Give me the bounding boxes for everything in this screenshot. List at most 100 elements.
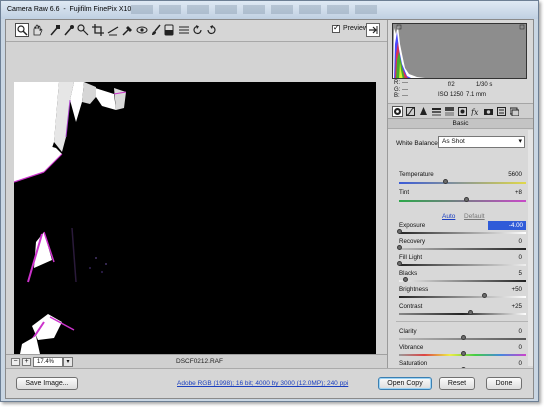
default-link[interactable]: Default	[464, 213, 485, 220]
vibrance-value[interactable]: 0	[486, 344, 526, 351]
clarity-value[interactable]: 0	[486, 328, 526, 335]
color-sampler-tool[interactable]	[63, 24, 75, 36]
preview-canvas	[6, 42, 387, 354]
tab-snapshots[interactable]	[510, 107, 519, 116]
tint-slider[interactable]	[399, 197, 526, 202]
svg-text:fx: fx	[471, 108, 479, 116]
straighten-tool[interactable]	[107, 24, 119, 36]
adjustment-brush-tool[interactable]	[150, 24, 162, 36]
tone-curve-icon	[406, 107, 415, 116]
workflow-options-link[interactable]: Adobe RGB (1998); 16 bit; 4000 by 3000 (…	[177, 380, 348, 387]
focal-length-value: 7.1 mm	[466, 92, 487, 98]
color-sampler-icon	[64, 25, 74, 36]
zoom-in-button[interactable]: +	[22, 358, 31, 366]
presets-icon	[497, 107, 506, 116]
vibrance-label: Vibrance	[399, 344, 424, 351]
fill-light-slider[interactable]	[397, 261, 526, 266]
aperture-value: f/2	[448, 82, 455, 88]
white-balance-tool[interactable]	[49, 24, 61, 36]
file-name: DSCF0212.RAF	[176, 358, 223, 365]
blacks-value[interactable]: 5	[486, 270, 526, 277]
tab-lens-corrections[interactable]	[458, 107, 467, 116]
tint-value[interactable]: +8	[486, 189, 526, 196]
clarity-thumb[interactable]	[460, 335, 466, 340]
exposure-value[interactable]: -4.00	[488, 221, 526, 230]
fill-light-value[interactable]: 0	[486, 254, 526, 261]
fill-light-label: Fill Light	[399, 254, 423, 261]
preview-checkbox[interactable]	[332, 23, 340, 33]
rotate-left-tool[interactable]	[192, 24, 204, 36]
spot-removal-tool[interactable]	[122, 24, 134, 36]
panel-scrollbar[interactable]	[528, 130, 533, 366]
reset-button[interactable]: Reset	[439, 377, 475, 390]
exposure-thumb[interactable]	[397, 229, 402, 234]
red-eye-tool[interactable]	[136, 24, 148, 36]
targeted-adjustment-tool[interactable]	[77, 24, 89, 36]
white-balance-select[interactable]: As Shot	[438, 136, 525, 148]
split-toning-icon	[445, 107, 454, 116]
graduated-filter-tool[interactable]	[163, 24, 175, 36]
open-copy-button[interactable]: Open Copy	[378, 377, 432, 390]
hand-tool[interactable]	[31, 24, 43, 36]
hsl-icon	[432, 108, 441, 116]
histogram-graph	[393, 24, 526, 78]
tab-presets[interactable]	[497, 107, 506, 116]
brightness-thumb[interactable]	[482, 293, 488, 298]
recovery-thumb[interactable]	[397, 245, 402, 250]
clipping-preview-image	[14, 82, 376, 354]
save-image-button[interactable]: Save Image...	[16, 377, 78, 390]
camera-info: R: --- G: --- B: --- f/2 1/30 s ISO 1250 7.…	[392, 80, 527, 102]
auto-link[interactable]: Auto	[442, 213, 455, 220]
zoom-level-field[interactable]: 17.4%	[33, 357, 63, 367]
lens-icon	[458, 107, 467, 116]
temperature-slider[interactable]	[399, 179, 526, 184]
targeted-adjustment-icon	[77, 24, 89, 36]
vibrance-thumb[interactable]	[460, 351, 466, 356]
photo-preview[interactable]	[14, 82, 376, 354]
camera-model: Fujifilm FinePix X10	[69, 6, 132, 13]
brightness-label: Brightness	[399, 286, 429, 293]
brightness-slider[interactable]	[399, 293, 526, 298]
tab-camera-calibration[interactable]	[484, 107, 493, 116]
red-eye-icon	[136, 26, 148, 34]
white-balance-label: White Balance:	[396, 140, 440, 147]
histogram	[392, 23, 527, 79]
contrast-value[interactable]: +25	[486, 303, 526, 310]
blacks-thumb[interactable]	[403, 277, 409, 282]
crop-tool[interactable]	[92, 24, 104, 36]
blacks-label: Blacks	[399, 270, 418, 277]
tint-thumb[interactable]	[464, 197, 470, 202]
clarity-slider[interactable]	[399, 335, 526, 340]
tab-effects[interactable]: fx	[471, 107, 480, 116]
recovery-slider[interactable]	[397, 245, 526, 250]
contrast-slider[interactable]	[399, 310, 526, 315]
blacks-slider[interactable]	[399, 277, 526, 282]
recovery-value[interactable]: 0	[486, 238, 526, 245]
temperature-thumb[interactable]	[442, 179, 448, 184]
saturation-value[interactable]: 0	[486, 360, 526, 367]
zoom-out-button[interactable]: −	[11, 358, 20, 366]
preferences-tool[interactable]	[178, 24, 190, 36]
fullscreen-button[interactable]	[366, 23, 380, 37]
done-button[interactable]: Done	[486, 377, 522, 390]
iso-value: ISO 1250	[438, 92, 464, 98]
rotate-right-tool[interactable]	[205, 24, 217, 36]
tab-hsl[interactable]	[432, 107, 441, 116]
tab-tone-curve[interactable]	[406, 107, 415, 116]
contrast-thumb[interactable]	[468, 310, 474, 315]
fill-light-thumb[interactable]	[397, 261, 402, 266]
temperature-value[interactable]: 5600	[486, 171, 526, 178]
app-title: Camera Raw 6.6	[7, 6, 60, 13]
rgb-readout: R: --- G: --- B: ---	[394, 80, 410, 100]
spot-removal-icon	[122, 26, 132, 36]
tab-split-toning[interactable]	[445, 107, 454, 116]
zoom-dropdown-arrow[interactable]: ▾	[63, 357, 73, 367]
brightness-value[interactable]: +50	[486, 286, 526, 293]
zoom-tool[interactable]	[15, 23, 29, 37]
tab-detail[interactable]	[419, 107, 428, 116]
b-label: B:	[394, 93, 400, 99]
vibrance-slider[interactable]	[399, 351, 526, 356]
fx-icon: fx	[471, 108, 479, 116]
exposure-slider[interactable]	[397, 229, 526, 234]
tab-basic[interactable]	[392, 106, 403, 117]
